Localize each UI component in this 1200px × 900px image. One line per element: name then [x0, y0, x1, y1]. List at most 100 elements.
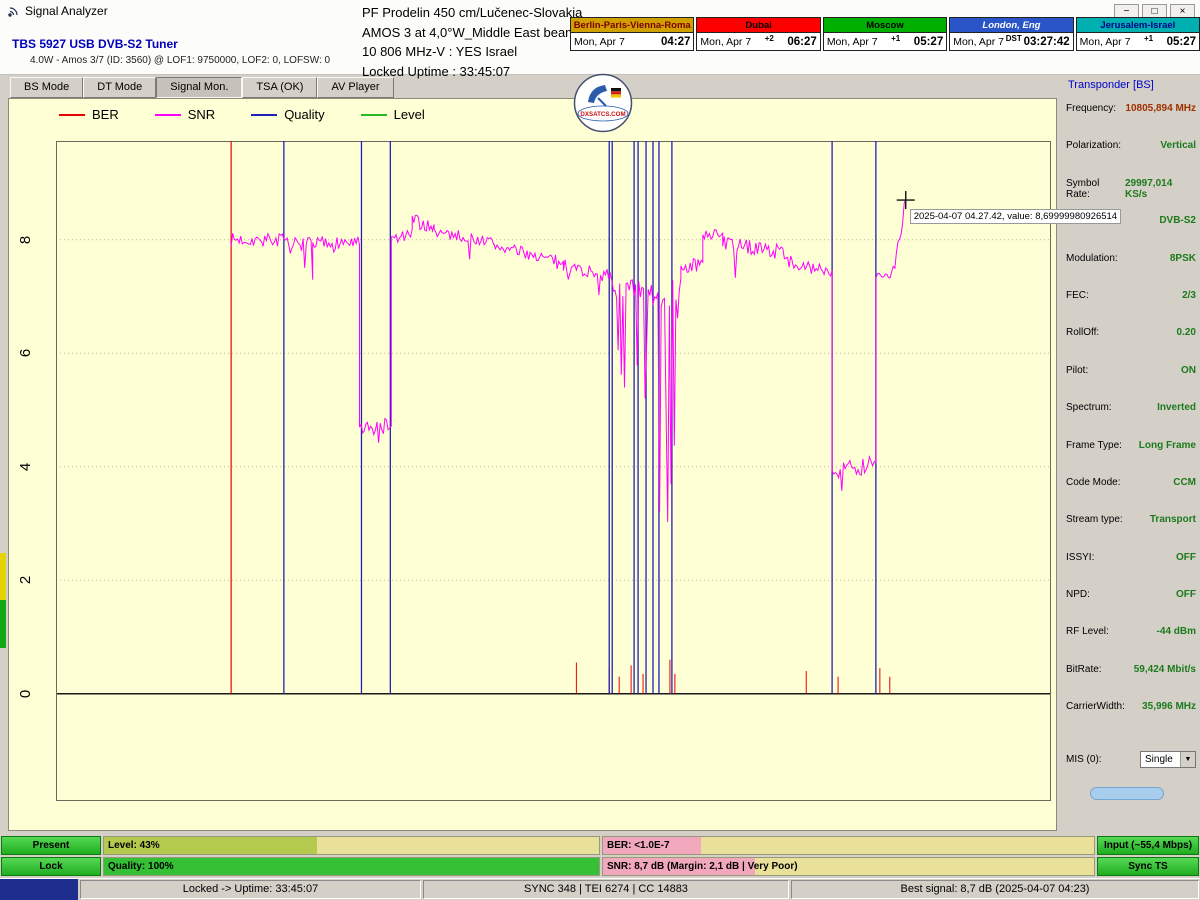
clock-city-label: Berlin-Paris-Vienna-Roma — [571, 18, 693, 33]
tab-dt-mode[interactable]: DT Mode — [83, 77, 156, 98]
header-line-frequency: 10 806 MHz-V : YES Israel — [362, 42, 582, 62]
signal-plot[interactable] — [56, 141, 1051, 801]
window-title: Signal Analyzer — [25, 4, 108, 18]
lock-indicator: Lock — [1, 857, 101, 876]
transponder-label: Code Mode: — [1066, 477, 1120, 514]
transponder-value: OFF — [1176, 589, 1196, 626]
transponder-value: -44 dBm — [1157, 626, 1196, 663]
quality-bar-text: Quality: 100% — [108, 858, 174, 875]
clock-time: 06:27 — [787, 36, 816, 48]
transponder-value: DVB-S2 — [1159, 215, 1196, 252]
clock-datetime: Mon, Apr 7+206:27 — [697, 33, 819, 50]
clock-london-eng: London, EngMon, Apr 7DST03:27:42 — [949, 17, 1073, 51]
statusbar: Locked -> Uptime: 33:45:07 SYNC 348 | TE… — [0, 878, 1200, 900]
transponder-panel-title: Transponder [BS] — [1068, 79, 1154, 91]
level-bar-text: Level: 43% — [108, 837, 160, 854]
input-bitrate-indicator: Input (~55,4 Mbps) — [1097, 836, 1199, 855]
clock-time: 03:27:42 — [1024, 36, 1070, 48]
transponder-row-rf-level: RF Level: -44 dBm — [1066, 626, 1196, 663]
legend-label: Level — [394, 107, 425, 122]
tuner-name: TBS 5927 USB DVB-S2 Tuner — [12, 37, 178, 51]
legend-item-snr: SNR — [155, 107, 215, 122]
chevron-down-icon[interactable]: ▼ — [1180, 752, 1195, 767]
transponder-value: Vertical — [1160, 140, 1196, 177]
transponder-row-fec: FEC:2/3 — [1066, 290, 1196, 327]
signal-chart-panel: BERSNRQualityLevel 2025-04-07 04.27.42, … — [8, 98, 1057, 831]
clock-datetime: Mon, Apr 7+105:27 — [1077, 33, 1199, 50]
plot-gridlines — [56, 240, 1051, 694]
series-snr — [231, 199, 906, 522]
transponder-value: Long Frame — [1139, 440, 1196, 477]
level-bar: Level: 43% — [103, 836, 600, 855]
transponder-label: Frequency: — [1066, 103, 1116, 140]
transponder-row-pilot: Pilot: ON — [1066, 365, 1196, 402]
cursor-tooltip: 2025-04-07 04.27.42, value: 8,6999998092… — [910, 209, 1121, 224]
quality-bar-fill — [104, 858, 599, 875]
tab-av-player[interactable]: AV Player — [317, 77, 393, 98]
tuner-detail: 4.0W - Amos 3/7 (ID: 3560) @ LOF1: 97500… — [30, 55, 330, 66]
clock-jerusalem-israel: Jerusalem-IsraelMon, Apr 7+105:27 — [1076, 17, 1200, 51]
clock-date: Mon, Apr 7 — [1080, 36, 1131, 48]
snr-bar: SNR: 8,7 dB (Margin: 2,1 dB | Very Poor) — [602, 857, 1095, 876]
panel-scrollbar-thumb[interactable] — [1090, 787, 1164, 800]
transponder-label: RollOff: — [1066, 327, 1099, 364]
plot-border — [57, 142, 1051, 801]
transponder-value: ON — [1181, 365, 1196, 402]
clock-utc-offset: +1 — [878, 34, 914, 43]
mis-select[interactable]: Single ▼ — [1140, 751, 1196, 768]
clock-time: 04:27 — [661, 36, 690, 48]
y-axis-label-0: 0 — [17, 683, 39, 705]
tab-signal-mon[interactable]: Signal Mon. — [156, 77, 242, 98]
statusbar-corner-box — [0, 879, 78, 900]
clock-datetime: Mon, Apr 7+105:27 — [824, 33, 946, 50]
transponder-label: ISSYI: — [1066, 552, 1094, 589]
y-axis-label-4: 4 — [17, 456, 39, 478]
header-line-site: PF Prodelin 450 cm/Lučenec-Slovakia — [362, 3, 582, 23]
satellite-dish-icon — [6, 4, 21, 19]
clock-utc-offset: +1 — [1130, 34, 1166, 43]
legend-label: SNR — [188, 107, 215, 122]
header-line-uptime: Locked Uptime : 33:45:07 — [362, 62, 582, 82]
legend-label: BER — [92, 107, 119, 122]
legend-item-ber: BER — [59, 107, 119, 122]
transponder-value: Transport — [1150, 514, 1196, 551]
clock-city-label: Dubai — [697, 18, 819, 33]
legend-item-quality: Quality — [251, 107, 324, 122]
transponder-row-issyi: ISSYI:OFF — [1066, 552, 1196, 589]
series-ber — [231, 141, 890, 694]
ber-bar: BER: <1.0E-7 — [602, 836, 1095, 855]
header-line-satellite: AMOS 3 at 4,0°W_Middle East beam — [362, 23, 582, 43]
sync-ts-indicator: Sync TS — [1097, 857, 1199, 876]
edge-strip-yellow — [0, 553, 6, 600]
transponder-row-npd: NPD: OFF — [1066, 589, 1196, 626]
transponder-label: RF Level: — [1066, 626, 1109, 663]
legend-label: Quality — [284, 107, 324, 122]
y-axis-label-6: 6 — [17, 342, 39, 364]
y-axis-label-8: 8 — [17, 229, 39, 251]
clock-date: Mon, Apr 7 — [574, 36, 625, 48]
transponder-value: 35,996 MHz — [1142, 701, 1196, 738]
mis-label: MIS (0): — [1066, 754, 1102, 765]
transponder-label: NPD: — [1066, 589, 1090, 626]
transponder-label: Pilot: — [1066, 365, 1088, 402]
transponder-row-spectrum: Spectrum:Inverted — [1066, 402, 1196, 439]
statusbar-best-signal: Best signal: 8,7 dB (2025-04-07 04:23) — [791, 880, 1199, 899]
clock-moscow: MoscowMon, Apr 7+105:27 — [823, 17, 947, 51]
transponder-label: BitRate: — [1066, 664, 1102, 701]
transponder-row-bitrate: BitRate:59,424 Mbit/s — [1066, 664, 1196, 701]
world-clocks: Berlin-Paris-Vienna-Roma Mon, Apr 7 04:27 D… — [570, 17, 1200, 51]
clock-date: Mon, Apr 7 — [827, 36, 878, 48]
quality-bar: Quality: 100% — [103, 857, 600, 876]
clock-city-label: Jerusalem-Israel — [1077, 18, 1199, 33]
transponder-row-stream-type: Stream type:Transport — [1066, 514, 1196, 551]
clock-datetime: Mon, Apr 7DST03:27:42 — [950, 33, 1072, 50]
transponder-value: CCM — [1173, 477, 1196, 514]
tab-bs-mode[interactable]: BS Mode — [10, 77, 83, 98]
snr-bar-text: SNR: 8,7 dB (Margin: 2,1 dB | Very Poor) — [607, 858, 798, 875]
transponder-row-frame-type: Frame Type:Long Frame — [1066, 440, 1196, 477]
status-row-lock: Lock Quality: 100% SNR: 8,7 dB (Margin: … — [0, 857, 1200, 876]
tab-tsa-ok[interactable]: TSA (OK) — [242, 77, 317, 98]
clock-city-label: Moscow — [824, 18, 946, 33]
ber-bar-text: BER: <1.0E-7 — [607, 837, 670, 854]
transponder-row-rolloff: RollOff:0.20 — [1066, 327, 1196, 364]
